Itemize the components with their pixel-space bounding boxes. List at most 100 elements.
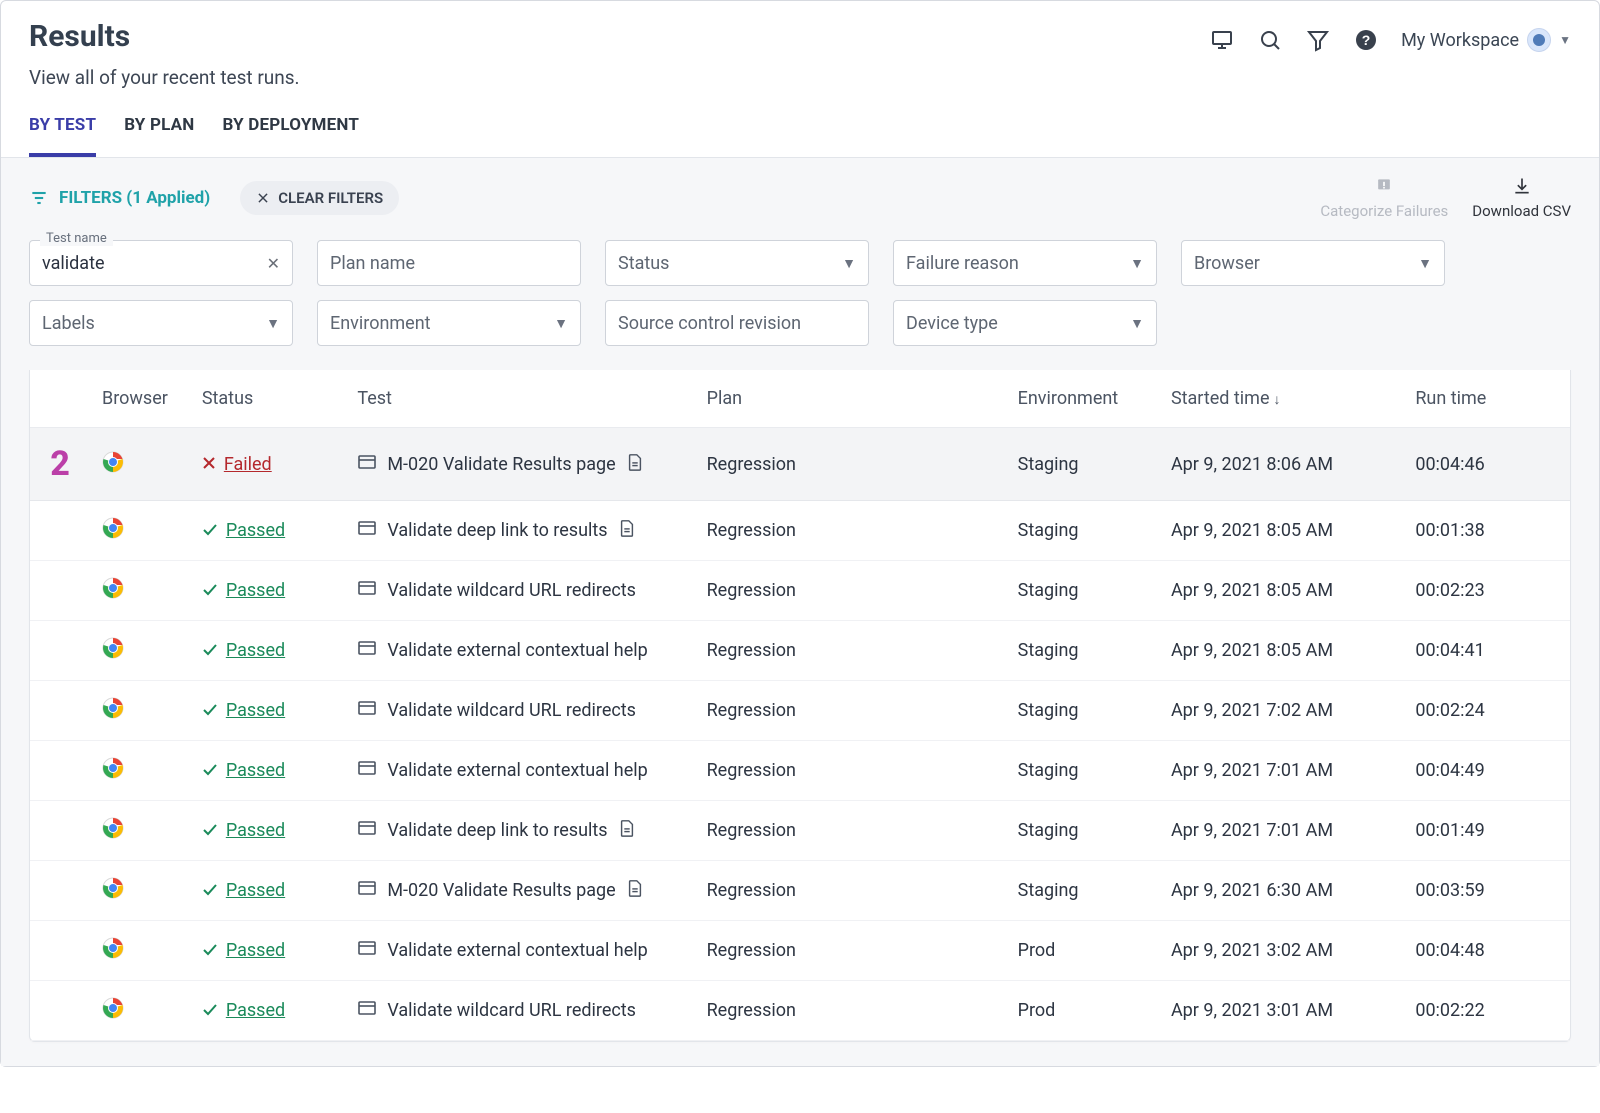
chrome-icon [102,577,124,599]
monitor-icon[interactable] [1209,27,1235,53]
document-icon [626,878,644,903]
document-icon [618,518,636,543]
table-row[interactable]: PassedValidate external contextual helpR… [30,621,1570,681]
help-icon[interactable]: ? [1353,27,1379,53]
failure-reason-select[interactable]: Failure reason ▼ [893,240,1157,286]
status-placeholder: Status [618,253,669,274]
browser-select[interactable]: Browser ▼ [1181,240,1445,286]
download-csv-button[interactable]: Download CSV [1472,176,1571,220]
test-name: Validate deep link to results [387,520,607,541]
chrome-icon [102,757,124,779]
run-time-cell: 00:04:48 [1403,921,1570,981]
col-plan[interactable]: Plan [695,370,1006,428]
window-icon [357,698,377,723]
run-time-cell: 00:04:49 [1403,741,1570,801]
filter-icon[interactable] [1305,27,1331,53]
plan-cell: Regression [695,681,1006,741]
flag-icon [1374,176,1394,196]
chrome-icon [102,517,124,539]
table-row[interactable]: PassedValidate wildcard URL redirectsReg… [30,561,1570,621]
clear-filters-button[interactable]: CLEAR FILTERS [240,181,399,215]
search-icon[interactable] [1257,27,1283,53]
device-type-placeholder: Device type [906,313,998,334]
clear-test-name-icon[interactable]: ✕ [267,254,280,273]
tab-by-test[interactable]: BY TEST [29,115,96,157]
run-time-cell: 00:03:59 [1403,861,1570,921]
table-row[interactable]: PassedValidate external contextual helpR… [30,741,1570,801]
table-row[interactable]: PassedValidate wildcard URL redirectsReg… [30,681,1570,741]
run-time-cell: 00:02:23 [1403,561,1570,621]
page-title: Results [29,19,300,54]
table-row[interactable]: Passed Validate external contextual help R… [30,921,1570,981]
test-name: Validate deep link to results [387,820,607,841]
page-header: Results View all of your recent test run… [1,1,1599,89]
status-link[interactable]: Passed [226,640,285,661]
col-environment[interactable]: Environment [1006,370,1159,428]
categorize-failures-button[interactable]: Categorize Failures [1320,176,1448,220]
check-icon [202,580,218,601]
table-row[interactable]: Passed Validate deep link to results Regre… [30,801,1570,861]
run-time-cell: 00:04:46 [1403,428,1570,501]
device-type-select[interactable]: Device type ▼ [893,300,1157,346]
status-link[interactable]: Failed [224,454,272,475]
document-icon [618,818,636,843]
clear-filters-label: CLEAR FILTERS [278,189,383,207]
plan-name-placeholder: Plan name [330,253,415,274]
filters-label-text: FILTERS (1 Applied) [59,188,210,208]
status-link[interactable]: Passed [226,940,285,961]
chrome-icon [102,937,124,959]
plan-cell: Regression [695,428,1006,501]
labels-select[interactable]: Labels ▼ [29,300,293,346]
x-icon [202,454,216,475]
plan-cell: Regression [695,621,1006,681]
tab-by-plan[interactable]: BY PLAN [124,115,194,157]
environment-cell: Prod [1006,981,1159,1041]
col-test[interactable]: Test [345,370,694,428]
status-link[interactable]: Passed [226,1000,285,1021]
environment-cell: Staging [1006,501,1159,561]
chevron-down-icon: ▼ [266,315,280,332]
environment-select[interactable]: Environment ▼ [317,300,581,346]
started-time-cell: Apr 9, 2021 8:05 AM [1159,501,1403,561]
col-status[interactable]: Status [190,370,346,428]
status-link[interactable]: Passed [226,760,285,781]
plan-cell: Regression [695,921,1006,981]
table-row[interactable]: PassedValidate wildcard URL redirectsReg… [30,981,1570,1041]
plan-cell: Regression [695,801,1006,861]
started-time-cell: Apr 9, 2021 7:01 AM [1159,801,1403,861]
status-link[interactable]: Passed [226,520,285,541]
chevron-down-icon: ▼ [554,315,568,332]
status-link[interactable]: Passed [226,880,285,901]
started-time-cell: Apr 9, 2021 8:05 AM [1159,561,1403,621]
test-name: M-020 Validate Results page [387,454,615,475]
table-row[interactable]: PassedValidate deep link to resultsRegre… [30,501,1570,561]
status-link[interactable]: Passed [226,820,285,841]
close-icon [256,191,270,205]
chrome-icon [102,877,124,899]
plan-cell: Regression [695,861,1006,921]
source-revision-input[interactable]: Source control revision [605,300,869,346]
status-link[interactable]: Passed [226,580,285,601]
col-run-time[interactable]: Run time [1403,370,1570,428]
status-select[interactable]: Status ▼ [605,240,869,286]
col-started-time[interactable]: Started time↓ [1159,370,1403,428]
tab-by-deployment[interactable]: BY DEPLOYMENT [222,115,359,157]
filters-toggle[interactable]: FILTERS (1 Applied) [29,188,210,208]
test-name: Validate external contextual help [387,940,647,961]
started-time-cell: Apr 9, 2021 3:01 AM [1159,981,1403,1041]
test-name-input[interactable]: Test name validate ✕ [29,240,293,286]
failure-reason-placeholder: Failure reason [906,253,1019,274]
chevron-down-icon: ▼ [1418,255,1432,272]
source-revision-placeholder: Source control revision [618,313,801,334]
environment-cell: Staging [1006,801,1159,861]
workspace-switcher[interactable]: My Workspace ▼ [1401,28,1571,52]
table-row[interactable]: 2FailedM-020 Validate Results pageRegres… [30,428,1570,501]
plan-cell: Regression [695,981,1006,1041]
col-browser[interactable]: Browser [90,370,190,428]
environment-cell: Staging [1006,561,1159,621]
plan-name-select[interactable]: Plan name [317,240,581,286]
table-row[interactable]: PassedM-020 Validate Results pageRegress… [30,861,1570,921]
status-link[interactable]: Passed [226,700,285,721]
chevron-down-icon: ▼ [842,255,856,272]
svg-text:?: ? [1362,32,1371,48]
